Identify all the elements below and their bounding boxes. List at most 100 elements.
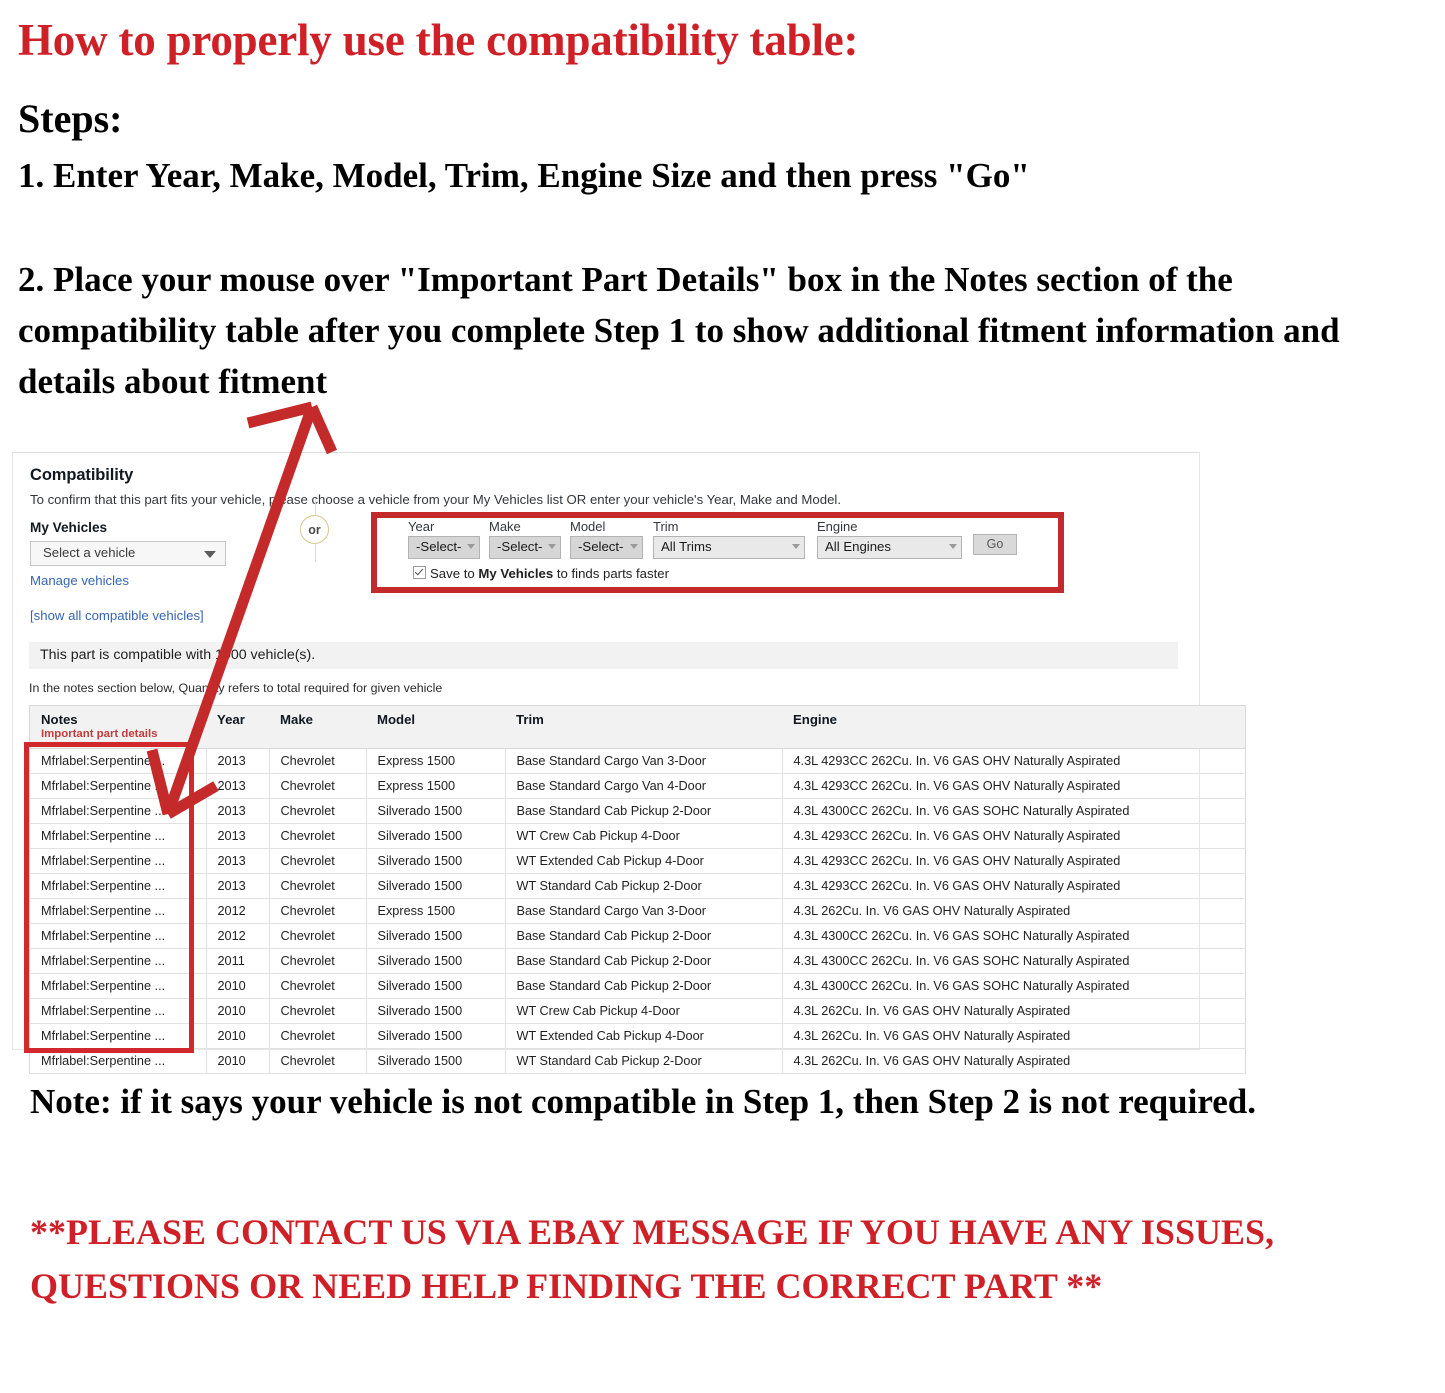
cell-year: 2011 [205,948,269,974]
cell-make: Chevrolet [268,748,366,774]
cell-model: Silverado 1500 [365,873,505,899]
cell-notes[interactable]: Mfrlabel:Serpentine ... [29,948,206,974]
table-row: Mfrlabel:Serpentine ... 2012 Chevrolet Expr… [29,898,1246,924]
cell-engine: 4.3L 4300CC 262Cu. In. V6 GAS SOHC Natur… [781,798,1246,824]
cell-year: 2010 [205,1023,269,1049]
trim-select[interactable]: All Trims [653,536,805,559]
engine-select[interactable]: All Engines [817,536,962,559]
save-suffix: to finds parts faster [553,566,669,581]
cell-engine: 4.3L 262Cu. In. V6 GAS OHV Naturally Asp… [781,1023,1246,1049]
chevron-down-icon [548,544,556,549]
cell-model: Silverado 1500 [365,923,505,949]
cell-model: Silverado 1500 [365,848,505,874]
note-text: Note: if it says your vehicle is not com… [30,1082,1256,1121]
cell-model: Silverado 1500 [365,1023,505,1049]
my-vehicles-label: My Vehicles [30,520,108,535]
header-notes-label: Notes [41,712,78,727]
cell-engine: 4.3L 4293CC 262Cu. In. V6 GAS OHV Natura… [781,873,1246,899]
cell-trim: WT Standard Cab Pickup 2-Door [504,1048,782,1074]
table-row: Mfrlabel:Serpentine ... 2013 Chevrolet Silv… [29,823,1246,849]
cell-year: 2013 [205,873,269,899]
steps-label: Steps: [18,96,123,141]
model-label: Model [570,519,606,534]
cell-make: Chevrolet [268,873,366,899]
chevron-down-icon [630,544,638,549]
save-bold-text: My Vehicles [478,566,554,581]
cell-notes[interactable]: Mfrlabel:Serpentine ... [29,1048,206,1074]
cell-year: 2012 [205,923,269,949]
cell-make: Chevrolet [268,923,366,949]
cell-notes[interactable]: Mfrlabel:Serpentine ... [29,748,206,774]
cell-model: Silverado 1500 [365,948,505,974]
model-select[interactable]: -Select- [570,536,643,559]
cell-notes[interactable]: Mfrlabel:Serpentine ... [29,823,206,849]
table-row: Mfrlabel:Serpentine ... 2013 Chevrolet Silv… [29,798,1246,824]
cell-model: Silverado 1500 [365,973,505,999]
table-header-row: Notes Important part details Year Make M… [29,705,1246,749]
or-divider-line-bottom [315,542,316,562]
cell-notes[interactable]: Mfrlabel:Serpentine ... [29,873,206,899]
cell-notes[interactable]: Mfrlabel:Serpentine ... [29,798,206,824]
cell-notes[interactable]: Mfrlabel:Serpentine ... [29,773,206,799]
header-trim: Trim [505,705,782,749]
compatibility-result-bar: This part is compatible with 1000 vehicl… [29,642,1178,669]
cell-engine: 4.3L 4300CC 262Cu. In. V6 GAS SOHC Natur… [781,973,1246,999]
cell-trim: WT Crew Cab Pickup 4-Door [504,823,782,849]
model-selector-group: Model -Select- [570,519,643,559]
header-make: Make [269,705,366,749]
header-engine: Engine [782,705,1246,749]
vehicle-select-dropdown[interactable]: Select a vehicle [30,541,226,566]
make-select-value: -Select- [497,539,543,554]
year-selector-group: Year -Select- [408,519,480,559]
cell-engine: 4.3L 262Cu. In. V6 GAS OHV Naturally Asp… [781,998,1246,1024]
table-row: Mfrlabel:Serpentine ... 2010 Chevrolet Silv… [29,1023,1246,1049]
cell-make: Chevrolet [268,898,366,924]
table-row: Mfrlabel:Serpentine ... 2010 Chevrolet Silv… [29,973,1246,999]
manage-vehicles-link[interactable]: Manage vehicles [30,573,129,588]
cell-trim: Base Standard Cargo Van 3-Door [504,748,782,774]
show-all-compatible-vehicles-link[interactable]: [show all compatible vehicles] [30,608,204,623]
cell-model: Express 1500 [365,898,505,924]
table-row: Mfrlabel:Serpentine ... 2013 Chevrolet Silv… [29,848,1246,874]
table-row: Mfrlabel:Serpentine ... 2013 Chevrolet Expr… [29,773,1246,799]
cell-notes[interactable]: Mfrlabel:Serpentine ... [29,1023,206,1049]
save-to-my-vehicles-row[interactable]: Save to My Vehicles to finds parts faste… [413,565,669,581]
cell-make: Chevrolet [268,973,366,999]
engine-label: Engine [817,519,858,534]
table-row: Mfrlabel:Serpentine ... 2010 Chevrolet Silv… [29,1048,1246,1074]
cell-notes[interactable]: Mfrlabel:Serpentine ... [29,998,206,1024]
or-divider-label: or [300,515,329,544]
trim-label: Trim [653,519,679,534]
engine-select-value: All Engines [825,539,891,554]
cell-make: Chevrolet [268,1023,366,1049]
cell-model: Silverado 1500 [365,1048,505,1074]
step-2-text: 2. Place your mouse over "Important Part… [18,260,1340,401]
cell-make: Chevrolet [268,998,366,1024]
cell-notes[interactable]: Mfrlabel:Serpentine ... [29,973,206,999]
cell-trim: Base Standard Cab Pickup 2-Door [504,798,782,824]
save-checkbox[interactable] [413,566,426,579]
chevron-down-icon [204,551,216,558]
cell-make: Chevrolet [268,773,366,799]
cell-trim: Base Standard Cab Pickup 2-Door [504,923,782,949]
cell-trim: Base Standard Cab Pickup 2-Door [504,948,782,974]
make-select[interactable]: -Select- [489,536,561,559]
cell-notes[interactable]: Mfrlabel:Serpentine ... [29,923,206,949]
cell-engine: 4.3L 4293CC 262Cu. In. V6 GAS OHV Natura… [781,823,1246,849]
cell-engine: 4.3L 4293CC 262Cu. In. V6 GAS OHV Natura… [781,748,1246,774]
cell-notes[interactable]: Mfrlabel:Serpentine ... [29,848,206,874]
table-body: Mfrlabel:Serpentine ... 2013 Chevrolet Expr… [29,748,1246,1074]
cell-trim: WT Extended Cab Pickup 4-Door [504,1023,782,1049]
cell-engine: 4.3L 262Cu. In. V6 GAS OHV Naturally Asp… [781,1048,1246,1074]
chevron-down-icon [792,544,800,549]
cell-trim: Base Standard Cargo Van 3-Door [504,898,782,924]
cell-make: Chevrolet [268,848,366,874]
header-model: Model [366,705,505,749]
cell-make: Chevrolet [268,798,366,824]
go-button[interactable]: Go [973,534,1017,555]
year-select[interactable]: -Select- [408,536,480,559]
cell-notes[interactable]: Mfrlabel:Serpentine ... [29,898,206,924]
header-notes-sublabel: Important part details [41,728,158,740]
cell-year: 2013 [205,773,269,799]
save-prefix: Save to [430,566,479,581]
